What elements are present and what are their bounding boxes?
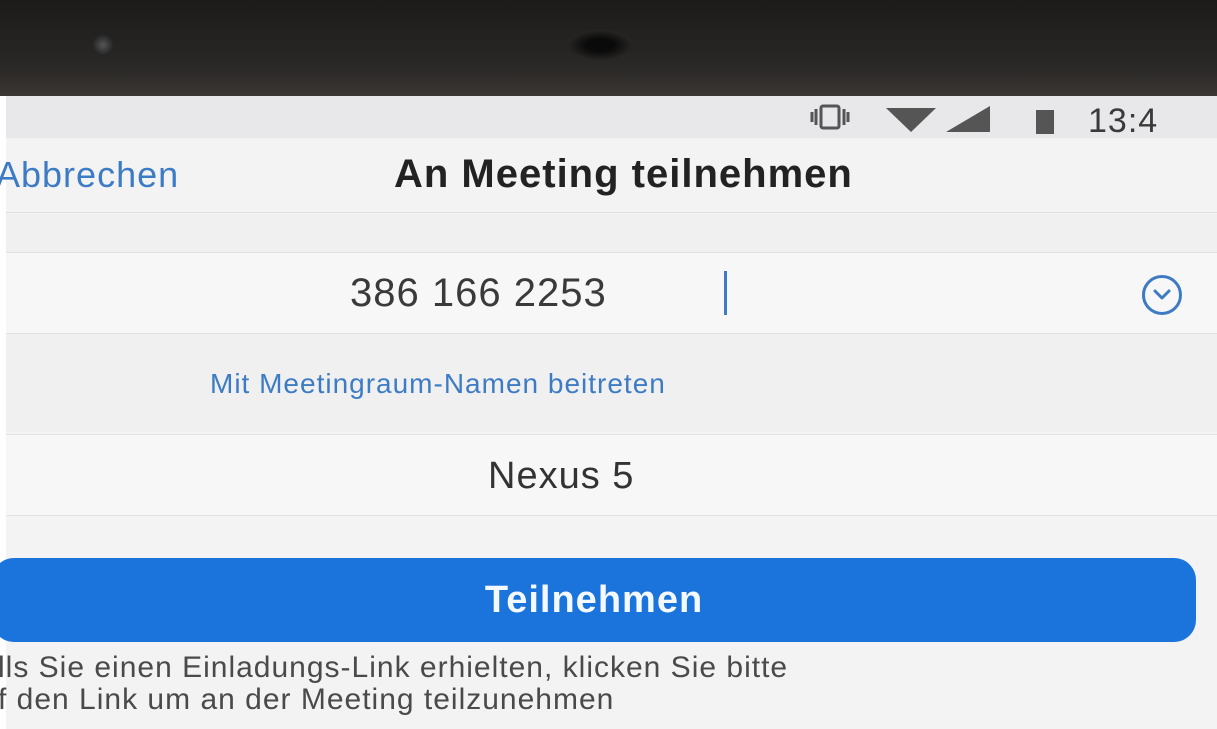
battery-icon	[1036, 108, 1056, 139]
chevron-down-icon	[1153, 289, 1171, 300]
meeting-history-dropdown[interactable]	[1142, 275, 1182, 315]
meeting-id-input[interactable]	[350, 271, 750, 316]
status-clock: 13:4	[1088, 102, 1159, 140]
front-sensor	[92, 34, 114, 56]
vibrate-icon	[806, 104, 854, 135]
join-button[interactable]: Teilnehmen	[0, 558, 1196, 642]
status-bar: 13:4	[6, 96, 1217, 140]
display-name-input[interactable]: Nexus 5	[488, 455, 634, 498]
section-spacer	[6, 214, 1217, 252]
join-with-room-name-link[interactable]: Mit Meetingraum-Namen beitreten	[210, 368, 666, 400]
cancel-button[interactable]: Abbrechen	[0, 154, 179, 196]
meeting-id-row	[6, 252, 1217, 334]
wifi-icon	[886, 106, 936, 137]
invite-hint: lls Sie einen Einladungs-Link erhielten,…	[0, 652, 1217, 716]
page-title: An Meeting teilnehmen	[394, 152, 853, 196]
phone-screen: 13:4 Abbrechen An Meeting teilnehmen Mit…	[0, 96, 1217, 729]
invite-hint-line-2: f den Link um an der Meeting teilzunehme…	[0, 683, 615, 716]
room-name-section: Mit Meetingraum-Namen beitreten	[6, 334, 1217, 432]
header-bar: Abbrechen An Meeting teilnehmen	[0, 138, 1217, 213]
phone-bezel	[0, 0, 1217, 96]
text-caret	[724, 271, 727, 315]
display-name-row: Nexus 5	[6, 434, 1217, 516]
signal-icon	[946, 106, 990, 137]
earpiece-speaker	[568, 30, 632, 60]
invite-hint-line-1: lls Sie einen Einladungs-Link erhielten,…	[0, 651, 789, 684]
